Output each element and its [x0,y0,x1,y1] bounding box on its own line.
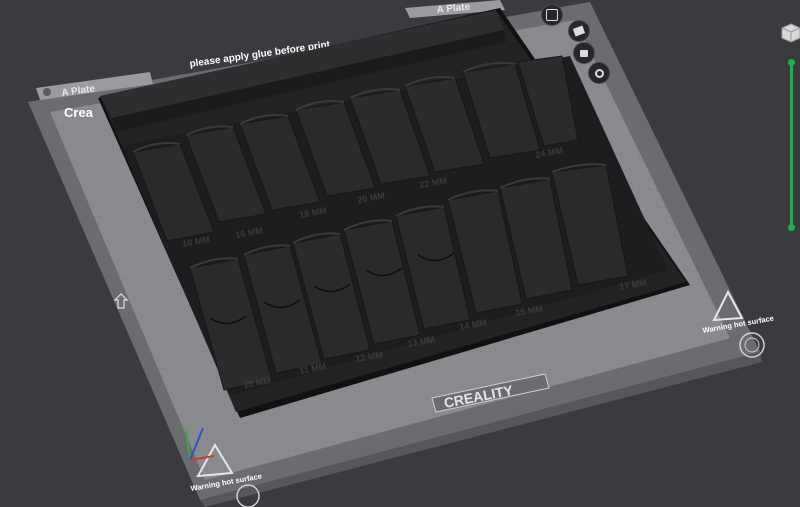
viewport-3d[interactable]: A Plate A Plate please apply glue before… [0,0,800,507]
settings-icon [594,68,604,78]
orient-icon [572,25,586,37]
edit-plate-icon[interactable] [43,88,51,96]
orient-button[interactable] [568,20,590,42]
lock-button[interactable] [573,42,595,64]
layer-slider-top-handle[interactable] [788,59,795,66]
arrange-icon [546,9,558,21]
lock-icon [580,49,588,57]
layer-slider-bottom-handle[interactable] [788,224,795,231]
view-cube[interactable] [781,22,800,44]
plate-tab-right-label: A Plate [436,1,471,15]
plate-corner-text: Crea [64,105,94,120]
settings-button[interactable] [588,62,610,84]
layer-slider[interactable] [788,59,795,231]
arrange-button[interactable] [541,4,563,26]
